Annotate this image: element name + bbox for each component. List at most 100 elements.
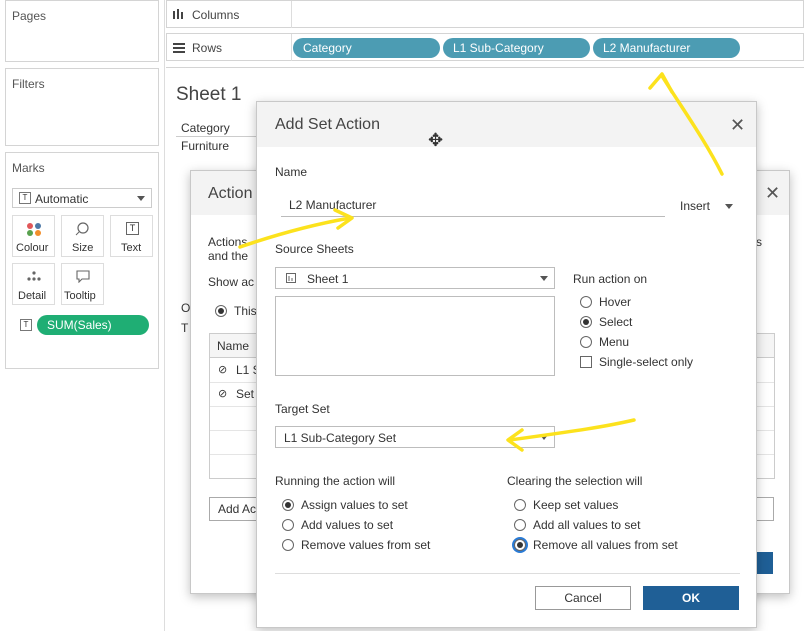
target-set-value: L1 Sub-Category Set	[284, 431, 397, 445]
remove-all-values-radio[interactable]	[514, 539, 526, 551]
source-sheets-label: Source Sheets	[275, 242, 354, 256]
footer-divider	[275, 573, 740, 574]
show-actions-label: Show ac	[208, 275, 255, 289]
text-label: Text	[121, 242, 142, 254]
left-letter-t: T	[181, 321, 189, 335]
dialog-title: Add Set Action	[275, 116, 380, 133]
ok-button[interactable]: OK	[643, 586, 739, 610]
columns-label: Columns	[192, 8, 240, 22]
actions-desc-line2: and the	[208, 249, 249, 263]
sidebar-divider	[164, 0, 165, 631]
text-mark-icon: T	[126, 222, 139, 235]
remove-values-radio[interactable]	[282, 539, 294, 551]
add-action-label: Add Ac	[218, 502, 257, 516]
chevron-down-icon	[725, 204, 733, 209]
filters-panel[interactable]: Filters	[5, 68, 159, 146]
name-column-header: Name	[217, 339, 250, 353]
set-action-icon: ⊘	[218, 388, 228, 400]
row-pill-label: Category	[303, 41, 352, 55]
close-icon[interactable]: ✕	[765, 183, 780, 204]
marks-type-value: Automatic	[35, 192, 89, 206]
marks-panel: Marks T Automatic Colour Size T Text Det…	[5, 152, 159, 369]
move-cursor-icon: ✥	[428, 130, 444, 150]
pages-panel: Pages	[5, 0, 159, 62]
columns-shelf[interactable]: Columns	[166, 0, 804, 28]
single-select-label: Single-select only	[599, 355, 694, 369]
select-radio[interactable]	[580, 316, 592, 328]
tooltip-icon	[76, 270, 90, 283]
insert-dropdown[interactable]: Insert	[678, 198, 738, 216]
this-sheet-radio[interactable]	[215, 305, 227, 317]
select-label: Select	[599, 315, 633, 329]
keep-set-values-label: Keep set values	[533, 498, 619, 512]
sum-sales-label: SUM(Sales)	[47, 318, 112, 332]
sum-sales-pill[interactable]: SUM(Sales)	[37, 315, 149, 335]
row-name: Set	[236, 387, 255, 401]
name-input-value: L2 Manufacturer	[289, 198, 377, 212]
name-label: Name	[275, 165, 308, 179]
colour-label: Colour	[16, 242, 49, 254]
text-icon: T	[20, 319, 32, 331]
hover-radio[interactable]	[580, 296, 592, 308]
row-value-furniture: Furniture	[181, 139, 230, 153]
remove-values-label: Remove values from set	[301, 538, 431, 552]
colour-button[interactable]: Colour	[12, 215, 55, 257]
clearing-selection-label: Clearing the selection will	[507, 474, 643, 488]
detail-button[interactable]: Detail	[12, 263, 55, 305]
assign-values-radio[interactable]	[282, 499, 294, 511]
sheet-icon	[286, 273, 296, 283]
columns-divider	[291, 1, 292, 28]
actions-desc-line1: Actions	[208, 235, 248, 249]
this-sheet-label: This	[234, 304, 257, 318]
ok-label: OK	[682, 591, 700, 605]
keep-set-values-radio[interactable]	[514, 499, 526, 511]
row-pill-category[interactable]: Category	[293, 38, 440, 58]
close-icon[interactable]: ✕	[730, 115, 745, 136]
row-pill-label: L2 Manufacturer	[603, 41, 691, 55]
name-input[interactable]: L2 Manufacturer	[281, 194, 665, 217]
single-select-checkbox[interactable]	[580, 356, 592, 368]
rows-label: Rows	[192, 41, 223, 55]
cancel-label: Cancel	[564, 591, 602, 605]
add-values-label: Add values to set	[301, 518, 394, 532]
rows-icon	[173, 43, 185, 53]
chevron-down-icon	[137, 196, 145, 201]
chevron-down-icon	[540, 276, 548, 281]
columns-icon	[173, 9, 183, 19]
header-line	[176, 136, 261, 137]
hover-label: Hover	[599, 295, 632, 309]
sheet-title: Sheet 1	[176, 84, 242, 105]
remove-all-values-label: Remove all values from set	[533, 538, 678, 552]
actions-dialog-title: Action	[208, 185, 253, 202]
cancel-button[interactable]: Cancel	[535, 586, 631, 610]
colour-icon	[27, 223, 41, 236]
run-action-on-label: Run action on	[573, 272, 648, 286]
source-sheet-dropdown[interactable]: Sheet 1	[275, 267, 555, 289]
menu-label: Menu	[599, 335, 630, 349]
source-sheet-value: Sheet 1	[307, 272, 349, 286]
col-header-category: Category	[181, 121, 230, 135]
pages-label: Pages	[12, 9, 47, 23]
marks-type-dropdown[interactable]: T Automatic	[12, 188, 152, 208]
tooltip-button[interactable]: Tooltip	[61, 263, 104, 305]
target-set-dropdown[interactable]: L1 Sub-Category Set	[275, 426, 555, 448]
row-pill-label: L1 Sub-Category	[453, 41, 544, 55]
menu-radio[interactable]	[580, 336, 592, 348]
add-all-values-label: Add all values to set	[533, 518, 641, 532]
add-set-action-dialog: Add Set Action ✥ ✕ Name L2 Manufacturer …	[256, 101, 757, 628]
target-set-label: Target Set	[275, 402, 330, 416]
filters-label: Filters	[12, 77, 45, 91]
row-pill-l2-manufacturer[interactable]: L2 Manufacturer	[593, 38, 740, 58]
detail-icon	[27, 271, 41, 281]
left-letter-o: O	[181, 301, 191, 315]
size-button[interactable]: Size	[61, 215, 104, 257]
row-pill-l1-sub-category[interactable]: L1 Sub-Category	[443, 38, 590, 58]
tooltip-label: Tooltip	[64, 290, 96, 302]
source-sheets-list[interactable]	[275, 296, 555, 376]
add-all-values-radio[interactable]	[514, 519, 526, 531]
add-values-radio[interactable]	[282, 519, 294, 531]
set-action-icon: ⊘	[218, 364, 228, 376]
rows-divider	[291, 34, 292, 61]
assign-values-label: Assign values to set	[301, 498, 408, 512]
text-button[interactable]: T Text	[110, 215, 153, 257]
